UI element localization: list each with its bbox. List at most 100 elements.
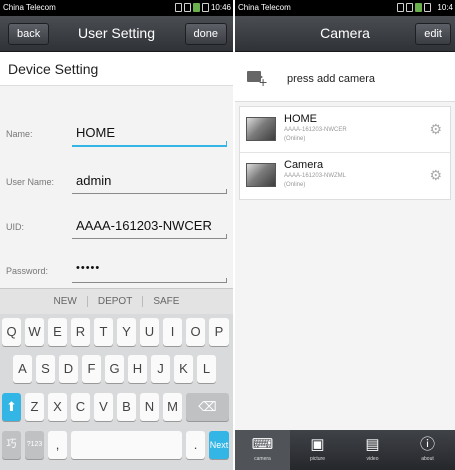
name-field[interactable]: Name: HOME <box>0 110 233 158</box>
key-c[interactable]: C <box>71 393 90 421</box>
language-key[interactable]: 巧 <box>2 431 21 459</box>
title-bar: back User Setting done <box>0 16 233 52</box>
key-y[interactable]: Y <box>117 318 136 346</box>
username-field[interactable]: User Name: admin <box>0 158 233 206</box>
camera-icon: ⌨ <box>251 436 274 453</box>
picture-icon: ▣ <box>310 436 325 453</box>
plus-icon: + <box>259 74 268 90</box>
uid-label: UID: <box>6 222 24 232</box>
key-k[interactable]: K <box>174 355 193 383</box>
key-z[interactable]: Z <box>25 393 44 421</box>
title-bar: Camera edit <box>235 16 455 52</box>
carrier-label: China Telecom <box>3 3 56 12</box>
username-underline <box>72 189 227 194</box>
key-n[interactable]: N <box>140 393 159 421</box>
key-s[interactable]: S <box>36 355 55 383</box>
tab-camera[interactable]: ⌨ camera <box>235 430 290 470</box>
key-m[interactable]: M <box>163 393 182 421</box>
next-key[interactable]: Next <box>209 431 229 459</box>
key-t[interactable]: T <box>94 318 113 346</box>
username-label: User Name: <box>6 177 55 187</box>
camera-thumbnail <box>246 117 276 141</box>
gear-icon[interactable]: ⚙ <box>429 121 442 138</box>
key-f[interactable]: F <box>82 355 101 383</box>
status-bar: China Telecom 10:46 <box>0 0 233 16</box>
list-item[interactable]: HOME AAAA-161203-NWCER (Online) ⚙ <box>240 107 450 153</box>
suggestion-item[interactable]: DEPOT <box>88 296 144 307</box>
carrier-label: China Telecom <box>238 3 291 12</box>
key-r[interactable]: R <box>71 318 90 346</box>
space-key[interactable] <box>71 431 182 459</box>
password-underline <box>72 278 227 283</box>
name-input[interactable]: HOME <box>76 125 115 140</box>
camera-thumbnail <box>246 163 276 187</box>
key-b[interactable]: B <box>117 393 136 421</box>
key-a[interactable]: A <box>13 355 32 383</box>
key-q[interactable]: Q <box>2 318 21 346</box>
bottom-tab-bar: ⌨ camera ▣ picture ▤ video ⓘ about <box>235 430 455 470</box>
key-h[interactable]: H <box>128 355 147 383</box>
key-p[interactable]: P <box>209 318 229 346</box>
status-icons <box>397 3 431 12</box>
uid-input[interactable]: AAAA-161203-NWCER <box>76 218 212 233</box>
status-bar: China Telecom 10:4 <box>235 0 455 16</box>
key-g[interactable]: G <box>105 355 124 383</box>
done-button[interactable]: done <box>184 23 227 45</box>
camera-status: (Online) <box>284 182 306 188</box>
camera-status: (Online) <box>284 136 306 142</box>
info-icon: ⓘ <box>419 436 435 453</box>
user-setting-screen: China Telecom 10:46 back User Setting do… <box>0 0 233 470</box>
suggestion-strip: NEW DEPOT SAFE <box>0 288 233 314</box>
keyboard-row-3: ⬆ Z X C V B N M ⌫ <box>0 389 233 425</box>
soft-keyboard: Q W E R T Y U I O P A S D F G H J K L ⬆ … <box>0 314 233 470</box>
add-camera-label: press add camera <box>287 73 376 85</box>
camera-uid: AAAA-161203-NWZML <box>284 173 347 179</box>
camera-list: HOME AAAA-161203-NWCER (Online) ⚙ Camera… <box>239 106 451 200</box>
uid-field[interactable]: UID: AAAA-161203-NWCER <box>0 203 233 251</box>
status-icons <box>175 3 209 12</box>
tab-about[interactable]: ⓘ about <box>400 430 455 470</box>
comma-key[interactable]: , <box>48 431 67 459</box>
camera-name: HOME <box>284 113 317 125</box>
suggestion-item[interactable]: NEW <box>44 296 88 307</box>
key-w[interactable]: W <box>25 318 44 346</box>
suggestion-item[interactable]: SAFE <box>143 296 189 307</box>
symbols-key[interactable]: ?123 <box>25 431 44 459</box>
key-l[interactable]: L <box>197 355 216 383</box>
video-icon: ▤ <box>365 436 380 453</box>
shift-key[interactable]: ⬆ <box>2 393 21 421</box>
key-d[interactable]: D <box>59 355 78 383</box>
gear-icon[interactable]: ⚙ <box>429 167 442 184</box>
key-u[interactable]: U <box>140 318 159 346</box>
username-input[interactable]: admin <box>76 173 111 188</box>
key-j[interactable]: J <box>151 355 170 383</box>
tab-label: camera <box>254 456 271 462</box>
key-o[interactable]: O <box>186 318 205 346</box>
tab-picture[interactable]: ▣ picture <box>290 430 345 470</box>
name-label: Name: <box>6 129 33 139</box>
period-key[interactable]: . <box>186 431 205 459</box>
key-e[interactable]: E <box>48 318 67 346</box>
section-title: Device Setting <box>0 52 233 86</box>
add-camera-row[interactable]: + press add camera <box>235 52 455 102</box>
clock: 10:46 <box>210 3 231 12</box>
password-input[interactable]: ••••• <box>76 262 100 274</box>
key-x[interactable]: X <box>48 393 67 421</box>
keyboard-row-4: 巧 ?123 , . Next <box>0 427 233 463</box>
tab-video[interactable]: ▤ video <box>345 430 400 470</box>
camera-name: Camera <box>284 159 324 171</box>
keyboard-row-1: Q W E R T Y U I O P <box>0 314 233 350</box>
edit-button[interactable]: edit <box>415 23 451 45</box>
uid-underline <box>72 234 227 239</box>
tab-label: about <box>421 456 434 462</box>
keyboard-row-2: A S D F G H J K L <box>0 351 233 387</box>
key-i[interactable]: I <box>163 318 182 346</box>
name-underline <box>72 141 227 147</box>
delete-key[interactable]: ⌫ <box>186 393 229 421</box>
key-v[interactable]: V <box>94 393 113 421</box>
tab-label: picture <box>309 456 325 462</box>
password-label: Password: <box>6 266 49 276</box>
camera-uid: AAAA-161203-NWCER <box>284 127 347 133</box>
list-item[interactable]: Camera AAAA-161203-NWZML (Online) ⚙ <box>240 153 450 199</box>
clock: 10:4 <box>437 3 453 12</box>
